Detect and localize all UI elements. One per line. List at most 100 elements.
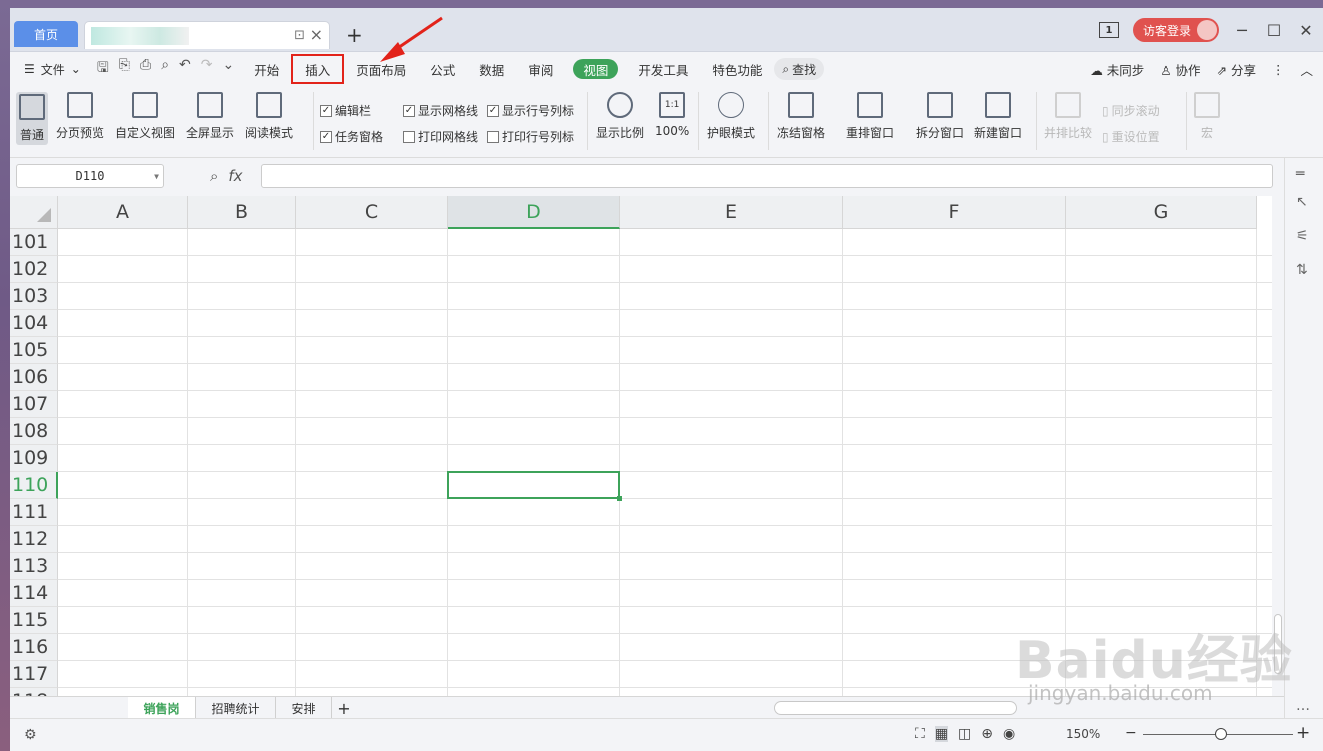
new-tab-button[interactable]: + (346, 23, 363, 47)
zoom-out-button[interactable]: − (1125, 725, 1137, 741)
column-header-e[interactable]: E (620, 196, 843, 229)
search-button[interactable]: ⌕ 查找 (774, 58, 825, 80)
save-icon[interactable]: 🖫 (97, 57, 109, 81)
check-formula-bar[interactable]: ✓ 编辑栏 (320, 102, 371, 119)
tab-view[interactable]: 视图 (573, 59, 619, 79)
row-header-113[interactable]: 113 (10, 553, 58, 580)
column-header-g[interactable]: G (1066, 196, 1257, 229)
sync-scroll-button[interactable]: ▯ 同步滚动 (1102, 102, 1160, 119)
undo-icon[interactable]: ↶ (179, 57, 191, 81)
row-header-118[interactable]: 118 (10, 688, 58, 696)
tab-document[interactable]: ⊡ × (84, 21, 330, 49)
reading-mode-button[interactable]: 阅读模式 (245, 92, 293, 141)
check-show-headings[interactable]: ✓ 显示行号列标 (487, 102, 574, 119)
zoom-formula-icon[interactable]: ⌕ (210, 167, 218, 185)
page-break-status-icon[interactable]: ⊕ (981, 726, 993, 742)
maximize-button[interactable]: ☐ (1265, 21, 1283, 40)
split-window-button[interactable]: 拆分窗口 (916, 92, 964, 141)
sheet-tab-schedule[interactable]: 安排 (276, 697, 332, 719)
select-pointer-icon[interactable]: ↖ (1296, 194, 1308, 210)
pin-icon[interactable]: ⊡ (294, 28, 305, 43)
settings-sliders-icon[interactable]: ⚟ (1296, 228, 1309, 244)
column-header-c[interactable]: C (296, 196, 448, 229)
sync-status[interactable]: ☁ 未同步 (1090, 60, 1144, 79)
tab-formulas[interactable]: 公式 (418, 57, 467, 81)
row-header-104[interactable]: 104 (10, 310, 58, 337)
file-menu[interactable]: ☰ 文件 ⌄ (10, 61, 89, 78)
tab-data[interactable]: 数据 (467, 57, 516, 81)
zoom-ratio-button[interactable]: 显示比例 (596, 92, 644, 141)
check-task-pane[interactable]: ✓ 任务窗格 (320, 128, 383, 145)
close-window-button[interactable]: ✕ (1297, 21, 1315, 40)
row-header-117[interactable]: 117 (10, 661, 58, 688)
macro-record-icon[interactable]: ⚙ (24, 727, 37, 743)
full-screen-button[interactable]: 全屏显示 (186, 92, 234, 141)
row-header-103[interactable]: 103 (10, 283, 58, 310)
row-header-102[interactable]: 102 (10, 256, 58, 283)
check-show-gridlines[interactable]: ✓ 显示网格线 (403, 102, 478, 119)
row-header-112[interactable]: 112 (10, 526, 58, 553)
tab-home[interactable]: 首页 (14, 21, 78, 47)
row-header-106[interactable]: 106 (10, 364, 58, 391)
row-header-107[interactable]: 107 (10, 391, 58, 418)
eye-protection-button[interactable]: 护眼模式 (707, 92, 755, 141)
row-header-116[interactable]: 116 (10, 634, 58, 661)
more-options-icon[interactable]: … (1296, 698, 1310, 714)
add-sheet-button[interactable]: + (334, 697, 354, 719)
redo-icon[interactable]: ↷ (201, 57, 213, 81)
row-header-108[interactable]: 108 (10, 418, 58, 445)
horizontal-scrollbar[interactable] (774, 701, 1017, 715)
tab-review[interactable]: 审阅 (516, 57, 565, 81)
window-count-badge[interactable]: 1 (1098, 22, 1119, 38)
minimize-button[interactable]: ─ (1233, 21, 1251, 40)
column-header-d[interactable]: D (448, 196, 620, 229)
row-header-101[interactable]: 101 (10, 229, 58, 256)
collapse-ribbon-icon[interactable]: ︿ (1300, 60, 1313, 79)
row-header-111[interactable]: 111 (10, 499, 58, 526)
tab-insert[interactable]: 插入 (291, 54, 345, 84)
arrange-windows-button[interactable]: 重排窗口 (846, 92, 894, 141)
reset-position-button[interactable]: ▯ 重设位置 (1102, 128, 1160, 145)
check-print-headings[interactable]: 打印行号列标 (487, 128, 574, 145)
new-window-button[interactable]: 新建窗口 (974, 92, 1022, 141)
collaborate-button[interactable]: ♙ 协作 (1160, 60, 1200, 79)
column-header-f[interactable]: F (843, 196, 1066, 229)
formula-input[interactable] (261, 164, 1273, 188)
zoom-in-button[interactable]: + (1296, 723, 1310, 743)
page-view-icon[interactable]: ◫ (958, 726, 971, 742)
panel-menu-icon[interactable]: ═ (1296, 166, 1304, 182)
sheet-tab-recruitment[interactable]: 招聘统计 (196, 697, 276, 719)
export-icon[interactable]: ⎘ (119, 57, 130, 81)
sort-icon[interactable]: ⇅ (1296, 262, 1308, 278)
print-preview-icon[interactable]: ⌕ (161, 57, 169, 81)
normal-view-status-icon[interactable]: ▦ (934, 726, 949, 742)
guest-login-button[interactable]: 访客登录 (1132, 18, 1219, 42)
name-box[interactable]: D110 ▼ (16, 164, 164, 188)
selected-cell-d110[interactable] (447, 471, 622, 501)
fullscreen-icon[interactable]: ⛶ (915, 726, 925, 742)
check-print-gridlines[interactable]: 打印网格线 (403, 128, 478, 145)
row-header-115[interactable]: 115 (10, 607, 58, 634)
row-header-114[interactable]: 114 (10, 580, 58, 607)
macro-button[interactable]: 宏 (1194, 92, 1220, 141)
row-header-110[interactable]: 110 (10, 472, 58, 499)
zoom-100-button[interactable]: 1:1 100% (655, 92, 689, 138)
share-button[interactable]: ⇗ 分享 (1217, 60, 1256, 79)
fx-icon[interactable]: fx (228, 167, 242, 185)
compare-side-by-side-button[interactable]: 并排比较 (1044, 92, 1092, 141)
zoom-level[interactable]: 150% (1066, 727, 1100, 741)
close-tab-icon[interactable]: × (310, 25, 323, 44)
tab-developer[interactable]: 开发工具 (626, 57, 700, 81)
customize-icon[interactable]: ⌄ (223, 57, 235, 81)
eye-status-icon[interactable]: ◉ (1003, 726, 1015, 742)
select-all-corner[interactable] (10, 196, 58, 229)
freeze-panes-button[interactable]: 冻结窗格 (777, 92, 825, 141)
page-break-preview-button[interactable]: 分页预览 (56, 92, 104, 141)
tab-page-layout[interactable]: 页面布局 (344, 57, 418, 81)
custom-view-button[interactable]: 自定义视图 (115, 92, 175, 141)
row-header-105[interactable]: 105 (10, 337, 58, 364)
row-header-109[interactable]: 109 (10, 445, 58, 472)
sheet-tab-sales[interactable]: 销售岗 (128, 697, 196, 719)
more-icon[interactable]: ⋮ (1272, 62, 1285, 77)
normal-view-button[interactable]: 普通 (16, 92, 48, 145)
